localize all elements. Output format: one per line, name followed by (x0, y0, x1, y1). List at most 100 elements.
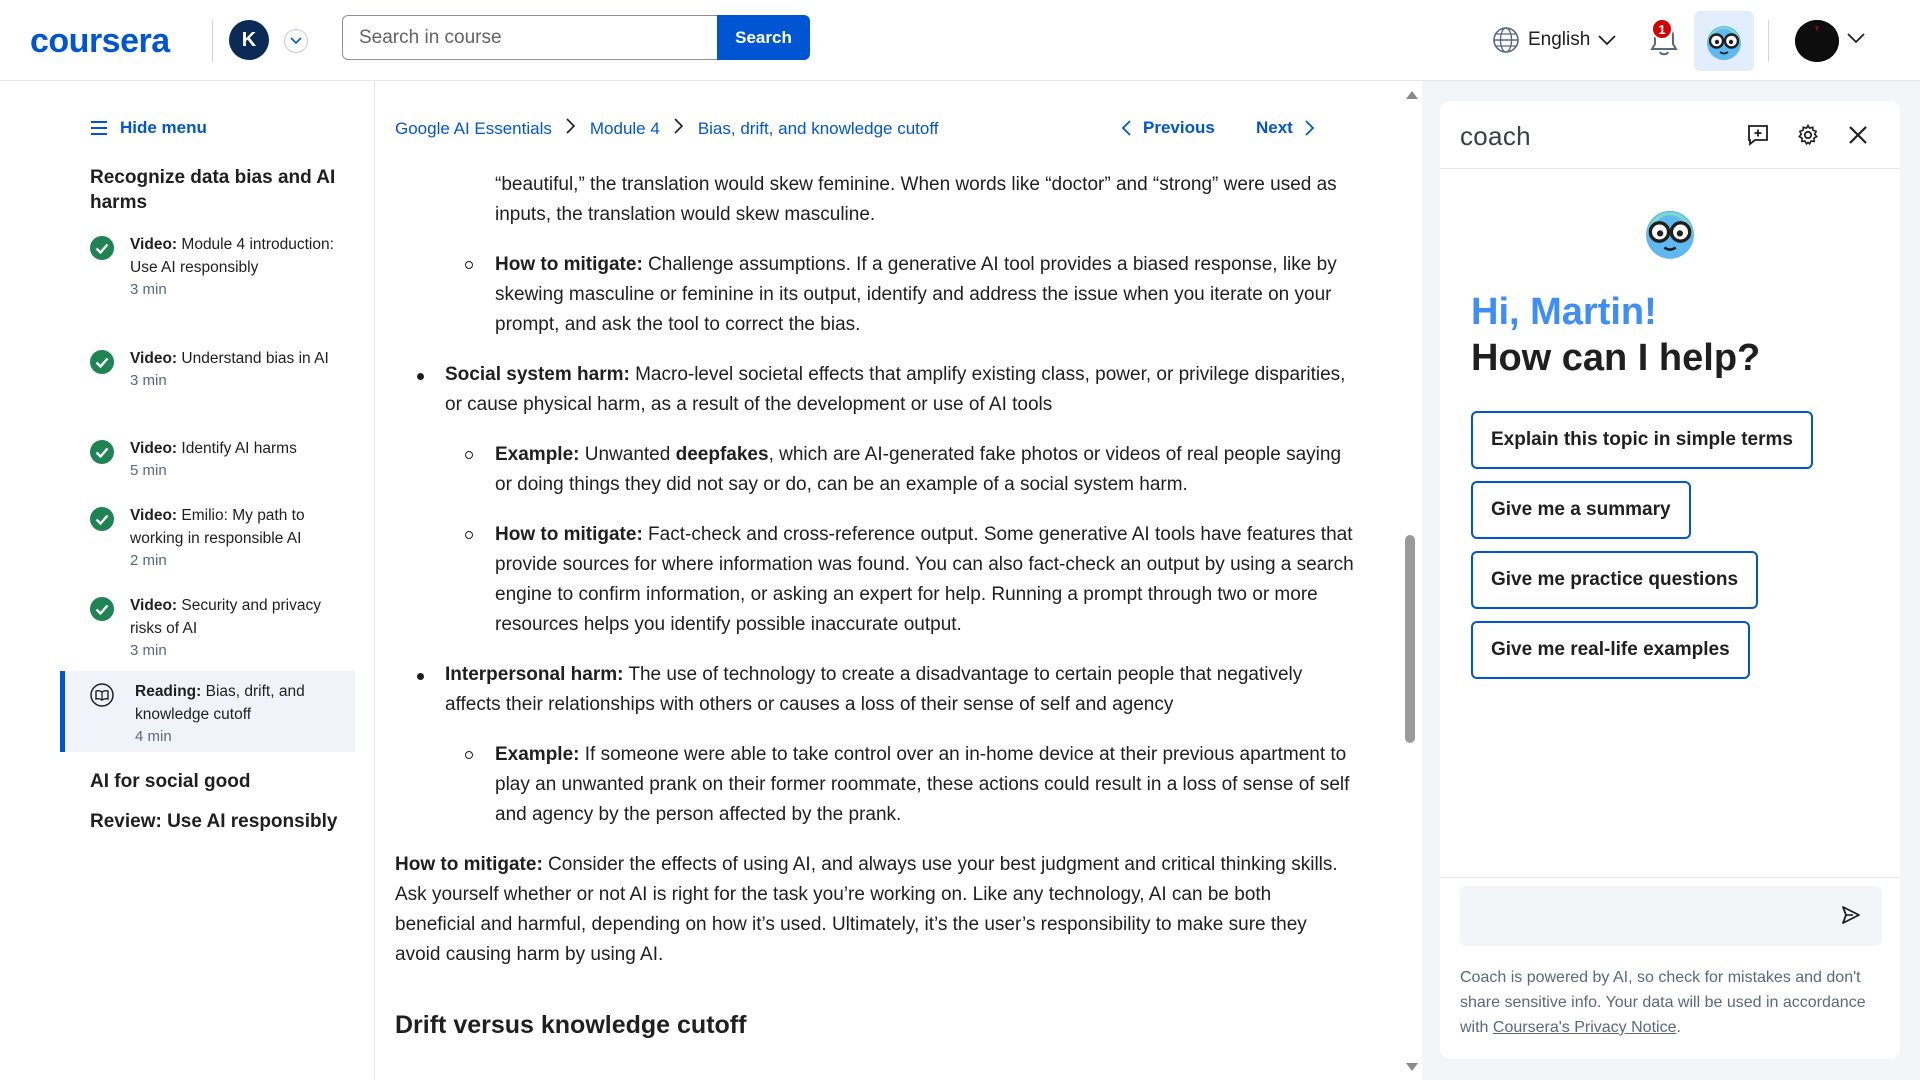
completed-check-icon (90, 440, 114, 464)
send-icon[interactable] (1840, 904, 1862, 926)
profile-chevron-down-icon[interactable] (1847, 33, 1865, 44)
paragraph: “beautiful,” the translation would skew … (495, 174, 1337, 225)
paragraph: How to mitigate: Consider the effects of… (395, 850, 1355, 970)
user-profile-avatar[interactable] (1795, 20, 1839, 62)
coach-footer-divider (1440, 877, 1900, 878)
coach-title: coach (1460, 121, 1531, 151)
coach-panel: coach Hi, Martin! How can I help? Explai… (1440, 101, 1900, 1059)
item-duration: 3 min (130, 642, 167, 659)
section-review-use-ai-responsibly[interactable]: Review: Use AI responsibly (90, 811, 337, 833)
top-header: coursera K Search English 1 (0, 0, 1920, 81)
close-icon[interactable] (1846, 123, 1870, 147)
account-avatar[interactable]: K (229, 20, 269, 60)
completed-check-icon (90, 507, 114, 531)
coach-greeting: Hi, Martin! (1471, 291, 1657, 333)
search-field[interactable] (342, 15, 718, 60)
item-type: Reading: (135, 683, 202, 700)
outline-item[interactable]: Video: Security and privacy risks of AI … (60, 594, 355, 659)
next-label: Next (1256, 118, 1293, 137)
outline-item[interactable]: Video: Emilio: My path to working in res… (60, 504, 355, 569)
bullet-label: Example: (495, 744, 580, 765)
hide-menu-button[interactable]: Hide menu (90, 118, 207, 138)
scrollbar-thumb[interactable] (1405, 535, 1415, 743)
outline-item[interactable]: Video: Understand bias in AI 3 min (60, 347, 355, 389)
item-type: Video: (130, 440, 178, 457)
scroll-down-arrow-icon[interactable] (1406, 1063, 1418, 1071)
suggestion-practice-questions-button[interactable]: Give me practice questions (1471, 551, 1759, 609)
item-type: Video: (130, 350, 178, 367)
account-menu-chevron-icon[interactable] (284, 29, 308, 53)
bullet-label: Interpersonal harm: (445, 664, 624, 685)
header-divider (1768, 20, 1769, 62)
settings-gear-icon[interactable] (1796, 123, 1820, 147)
section-heading: Drift versus knowledge cutoff (395, 1011, 747, 1039)
item-duration: 4 min (135, 728, 172, 745)
language-label: English (1528, 29, 1591, 50)
chevron-right-icon (1305, 120, 1315, 136)
breadcrumb-current[interactable]: Bias, drift, and knowledge cutoff (698, 119, 939, 139)
hide-menu-label: Hide menu (120, 118, 207, 137)
chevron-left-icon (1121, 120, 1131, 136)
outline-item[interactable]: Video: Identify AI harms 5 min (60, 437, 355, 479)
search-button[interactable]: Search (717, 15, 810, 60)
course-outline-sidebar: Hide menu Recognize data bias and AI har… (0, 81, 375, 1080)
coach-header: coach (1440, 101, 1900, 169)
completed-check-icon (90, 350, 114, 374)
hamburger-menu-icon (91, 121, 107, 135)
coach-mascot-icon (1707, 26, 1741, 60)
coach-message-input[interactable] (1460, 886, 1882, 946)
header-divider (212, 20, 213, 62)
bullet-label: How to mitigate: (495, 524, 643, 545)
coach-toggle-button[interactable] (1694, 11, 1754, 71)
sub-bullet: Example: Unwanted deepfakes, which are A… (395, 440, 1355, 500)
reading-body: “beautiful,” the translation would skew … (395, 170, 1355, 1040)
chevron-right-icon (674, 118, 684, 139)
item-type: Video: (130, 597, 178, 614)
next-button[interactable]: Next (1256, 118, 1315, 138)
item-duration: 3 min (130, 372, 167, 389)
item-type: Video: (130, 236, 178, 253)
bullet: Social system harm: Macro-level societal… (395, 360, 1355, 420)
chevron-down-icon (1598, 34, 1616, 45)
bold-term: deepfakes (675, 444, 769, 465)
outline-item-current[interactable]: Reading: Bias, drift, and knowledge cuto… (60, 671, 355, 752)
coach-mascot-icon (1646, 210, 1694, 259)
globe-icon (1493, 27, 1519, 53)
reading-book-icon (90, 683, 114, 707)
item-duration: 5 min (130, 462, 167, 479)
completed-check-icon (90, 597, 114, 621)
section-ai-for-social-good[interactable]: AI for social good (90, 771, 250, 793)
suggestion-summary-button[interactable]: Give me a summary (1471, 481, 1691, 539)
coach-disclaimer: Coach is powered by AI, so check for mis… (1460, 965, 1885, 1040)
coursera-logo[interactable]: coursera (30, 22, 170, 61)
disclaimer-end: . (1676, 1019, 1681, 1036)
scroll-up-arrow-icon[interactable] (1406, 91, 1418, 99)
item-title: Identify AI harms (181, 440, 297, 457)
new-chat-icon[interactable] (1746, 123, 1770, 147)
sub-bullet: How to mitigate: Fact-check and cross-re… (395, 520, 1355, 640)
bullet-text: Unwanted (579, 444, 676, 465)
outline-item[interactable]: Video: Module 4 introduction: Use AI res… (60, 233, 355, 298)
search-input[interactable] (359, 26, 718, 49)
sub-bullet: How to mitigate: Challenge assumptions. … (395, 250, 1355, 340)
item-duration: 3 min (130, 281, 167, 298)
notification-count-badge: 1 (1651, 18, 1673, 40)
completed-check-icon (90, 236, 114, 260)
bullet-label: Example: (495, 444, 580, 465)
item-type: Video: (130, 507, 178, 524)
item-duration: 2 min (130, 552, 167, 569)
lesson-title: Recognize data bias and AI harms (90, 167, 336, 213)
language-selector[interactable]: English (1492, 26, 1616, 54)
suggestion-real-life-examples-button[interactable]: Give me real-life examples (1471, 621, 1750, 679)
bullet: Interpersonal harm: The use of technolog… (395, 660, 1355, 720)
previous-button[interactable]: Previous (1121, 118, 1215, 138)
breadcrumb-course[interactable]: Google AI Essentials (395, 119, 552, 139)
breadcrumb-module[interactable]: Module 4 (590, 119, 660, 139)
suggestion-explain-simple-button[interactable]: Explain this topic in simple terms (1471, 411, 1813, 469)
paragraph-label: How to mitigate: (395, 854, 543, 875)
bullet-label: How to mitigate: (495, 254, 643, 275)
reading-content-area: Google AI Essentials Module 4 Bias, drif… (376, 81, 1404, 1080)
item-title: Understand bias in AI (181, 350, 329, 367)
coach-prompt-heading: How can I help? (1471, 337, 1761, 379)
privacy-notice-link[interactable]: Coursera's Privacy Notice (1493, 1019, 1677, 1036)
